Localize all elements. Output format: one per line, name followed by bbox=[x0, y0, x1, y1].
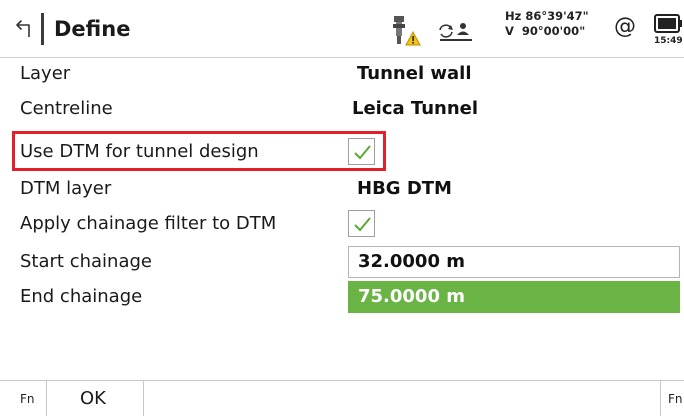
layer-label: Layer bbox=[20, 63, 71, 84]
centreline-row[interactable]: Centreline Leica Tunnel bbox=[0, 91, 684, 127]
start-chainage-label: Start chainage bbox=[20, 251, 152, 272]
start-chainage-value: 32.0000 m bbox=[358, 251, 466, 272]
hz-angle: Hz 86°39'47" bbox=[505, 9, 589, 23]
centreline-label: Centreline bbox=[20, 98, 113, 119]
start-chainage-row[interactable]: Start chainage 32.0000 m bbox=[0, 244, 684, 280]
end-chainage-label: End chainage bbox=[20, 286, 143, 307]
dtm-layer-row[interactable]: DTM layer HBG DTM bbox=[0, 171, 684, 207]
page-title: Define bbox=[54, 17, 131, 41]
end-chainage-row[interactable]: End chainage 75.0000 m bbox=[0, 279, 684, 315]
end-chainage-input[interactable]: 75.0000 m bbox=[348, 281, 680, 313]
title-bar: Define Hz 86°39'47" V 90°00'00" @ 15:49 bbox=[0, 0, 684, 58]
prism-warning-icon[interactable] bbox=[388, 14, 422, 48]
highlight-box bbox=[12, 131, 386, 171]
layer-row[interactable]: Layer Tunnel wall bbox=[0, 56, 684, 92]
fn-left-key[interactable]: Fn bbox=[20, 392, 35, 406]
end-chainage-value: 75.0000 m bbox=[358, 286, 466, 307]
layer-value[interactable]: Tunnel wall bbox=[357, 62, 472, 86]
apply-filter-checkbox[interactable] bbox=[348, 210, 375, 237]
checkmark-icon bbox=[354, 217, 371, 232]
dtm-layer-label: DTM layer bbox=[20, 178, 112, 199]
apply-filter-row[interactable]: Apply chainage filter to DTM bbox=[0, 206, 684, 242]
fn-right-key[interactable]: Fn bbox=[668, 392, 683, 406]
softkey-bar: Fn OK Fn bbox=[0, 380, 684, 416]
start-chainage-input[interactable]: 32.0000 m bbox=[348, 246, 680, 278]
clock-time: 15:49 bbox=[654, 36, 683, 46]
v-angle: V 90°00'00" bbox=[505, 24, 586, 38]
back-arrow-icon[interactable] bbox=[14, 18, 36, 40]
dtm-layer-value[interactable]: HBG DTM bbox=[357, 177, 452, 201]
ok-label: OK bbox=[80, 388, 106, 409]
centreline-value[interactable]: Leica Tunnel bbox=[352, 97, 478, 121]
softkey-divider bbox=[143, 381, 144, 416]
title-separator bbox=[41, 13, 44, 45]
apply-filter-label: Apply chainage filter to DTM bbox=[20, 213, 277, 234]
softkey-divider bbox=[660, 381, 661, 416]
ok-button[interactable]: OK bbox=[47, 381, 143, 416]
at-symbol[interactable]: @ bbox=[614, 13, 636, 41]
target-mode-icon[interactable] bbox=[436, 20, 476, 44]
angle-readout: Hz 86°39'47" V 90°00'00" bbox=[505, 9, 589, 39]
